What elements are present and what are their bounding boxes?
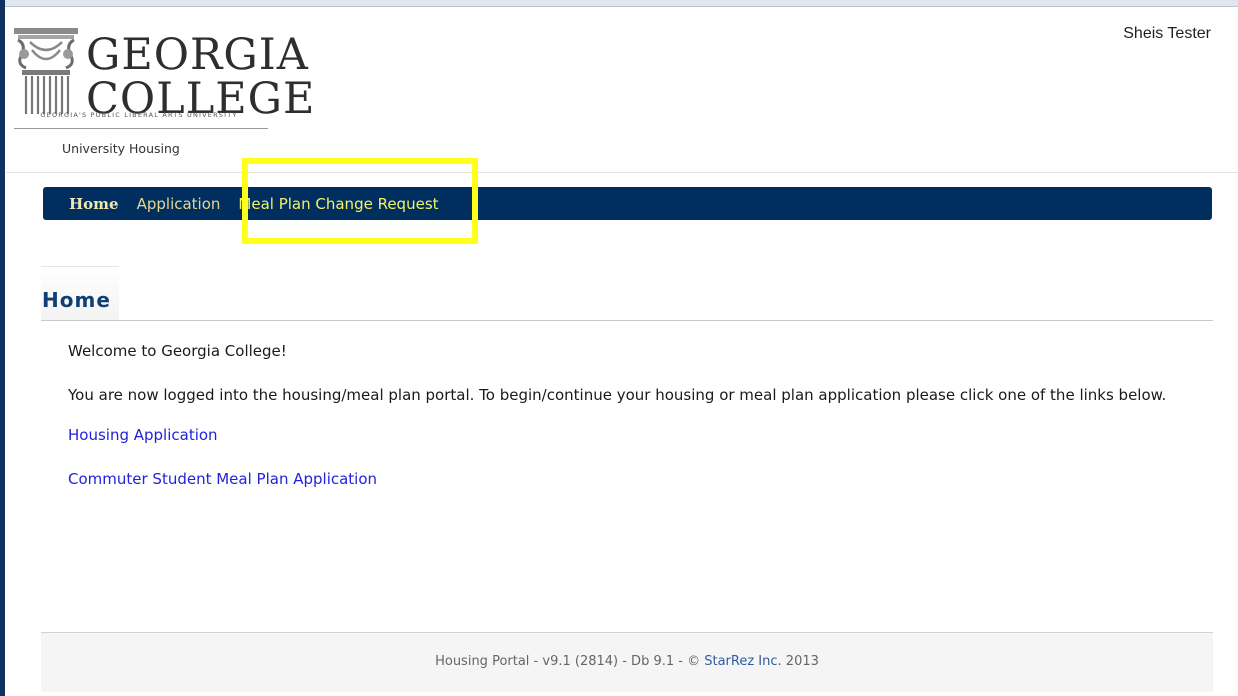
header-divider [6,172,1238,173]
intro-text: You are now logged into the housing/meal… [68,386,1167,404]
housing-application-line: Housing Application [68,422,1208,448]
logo-word-georgia: GEORGIA [86,30,309,80]
starrez-link[interactable]: StarRez Inc. [704,654,781,669]
welcome-text: Welcome to Georgia College! [68,342,287,360]
logo-divider [14,128,268,129]
logo-tagline: GEORGIA'S PUBLIC LIBERAL ARTS UNIVERSITY [40,111,238,119]
user-name[interactable]: Sheis Tester [1123,25,1211,43]
page-title: Home [42,288,111,312]
nav-item-meal-plan-change-request[interactable]: Meal Plan Change Request [238,195,438,213]
commuter-meal-plan-link[interactable]: Commuter Student Meal Plan Application [68,470,377,488]
logo-subtitle: University Housing [62,141,180,156]
title-divider [41,320,1213,321]
main-nav-bar: Home Application Meal Plan Change Reques… [43,187,1212,220]
nav-item-application[interactable]: Application [137,195,221,213]
main-content: Welcome to Georgia College! You are now … [68,338,1208,510]
footer-text: Housing Portal - v9.1 (2814) - Db 9.1 - … [435,654,701,669]
housing-application-link[interactable]: Housing Application [68,426,218,444]
window-left-edge [0,0,5,696]
commuter-meal-plan-line: Commuter Student Meal Plan Application [68,466,1208,492]
column-capital-icon [14,28,78,114]
page-footer: Housing Portal - v9.1 (2814) - Db 9.1 - … [41,632,1213,692]
footer-year: 2013 [785,654,819,669]
browser-tab-strip [0,0,1238,7]
georgia-college-logo[interactable]: GEORGIA COLLEGE GEORGIA'S PUBLIC LIBERAL… [8,18,314,158]
nav-item-home[interactable]: Home [69,195,119,213]
